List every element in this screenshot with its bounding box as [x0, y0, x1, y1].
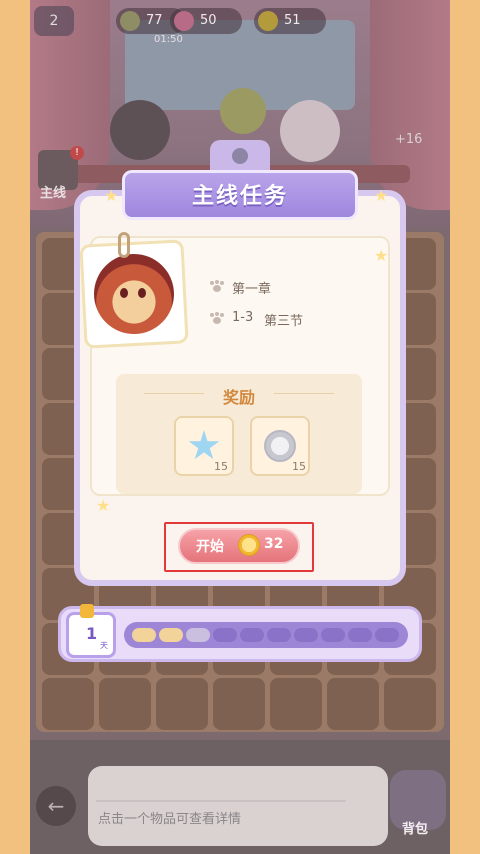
- coin-value: 51: [284, 13, 301, 28]
- calendar-ring: [80, 604, 94, 618]
- paw-icon: [210, 312, 224, 324]
- info-divider: [96, 800, 346, 802]
- paperclip-icon: [118, 232, 130, 258]
- mainline-task-dialog: 主线任务 ★ ★ ★ ★ 第一章 1-3 第三节 奖励 15 15 开始 32: [74, 140, 406, 586]
- progress-segment: [186, 628, 210, 642]
- progress-segment: [375, 628, 399, 642]
- progress-segment: [267, 628, 291, 642]
- board-cell[interactable]: [270, 678, 322, 730]
- progress-segment: [294, 628, 318, 642]
- star-decoration-icon: ★: [374, 246, 389, 265]
- reward-qty: 15: [214, 460, 228, 473]
- stage-code: 1-3: [232, 310, 254, 325]
- game-screen: +16 2 77 01:50 50 51 ! 主线 ← 点击一个物品可查看详情 …: [0, 0, 480, 854]
- witch-cat-portrait: [94, 254, 174, 334]
- gem-icon: [174, 11, 194, 31]
- progress-segment: [240, 628, 264, 642]
- info-hint-text: 点击一个物品可查看详情: [98, 812, 242, 827]
- left-border: [0, 0, 30, 854]
- portrait-eye: [138, 288, 146, 298]
- progress-segment: [213, 628, 237, 642]
- level-badge[interactable]: 2: [34, 6, 74, 36]
- star-decoration-icon: ★: [104, 186, 119, 205]
- progress-segment: [132, 628, 156, 642]
- board-cell[interactable]: [42, 678, 94, 730]
- progress-segment: [348, 628, 372, 642]
- coin-icon: [258, 11, 278, 31]
- board-cell[interactable]: [213, 678, 265, 730]
- chapter-label: 第一章: [232, 282, 272, 297]
- star-decoration-icon: ★: [374, 186, 389, 205]
- board-cell[interactable]: [156, 678, 208, 730]
- progress-segment: [321, 628, 345, 642]
- paw-icon: [210, 280, 224, 292]
- backpack-label[interactable]: 背包: [402, 818, 428, 837]
- gold-coin-icon: [238, 534, 260, 556]
- reward-title: 奖励: [222, 388, 255, 407]
- item-info-box: [88, 766, 388, 846]
- silver-paw-coin-icon: [264, 430, 296, 462]
- progress-segment: [159, 628, 183, 642]
- day-number: 1: [86, 624, 98, 643]
- board-cell[interactable]: [327, 678, 379, 730]
- board-cell[interactable]: [99, 678, 151, 730]
- gem-value: 50: [200, 13, 217, 28]
- section-label: 第三节: [264, 314, 304, 329]
- day-unit: 天: [100, 641, 108, 650]
- dialog-title: 主线任务: [191, 184, 288, 209]
- portrait-eye: [120, 288, 128, 298]
- energy-value: 77: [146, 13, 163, 28]
- gem-counter[interactable]: 50: [170, 8, 242, 34]
- right-border: [450, 0, 480, 854]
- clover-decoration: [220, 88, 266, 134]
- energy-timer: 01:50: [154, 34, 183, 45]
- star-decoration-icon: ★: [96, 496, 111, 515]
- tag-hole: [232, 148, 248, 164]
- lightning-icon: [120, 11, 140, 31]
- coin-counter[interactable]: 51: [254, 8, 326, 34]
- reward-qty: 15: [292, 460, 306, 473]
- mainline-label[interactable]: 主线: [40, 182, 66, 201]
- start-label: 开始: [196, 539, 224, 555]
- back-arrow-icon[interactable]: ←: [36, 786, 76, 826]
- start-cost: 32: [264, 536, 284, 552]
- board-cell[interactable]: [384, 678, 436, 730]
